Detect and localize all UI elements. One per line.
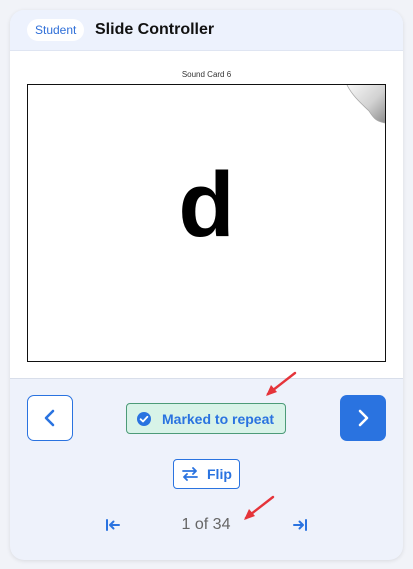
chevron-right-icon xyxy=(358,409,369,427)
last-slide-button[interactable] xyxy=(290,515,310,535)
marked-to-repeat-toggle[interactable]: Marked to repeat xyxy=(126,403,286,434)
annotation-arrow-icon xyxy=(266,371,297,396)
chevron-left-icon xyxy=(44,409,55,427)
page-title: Slide Controller xyxy=(95,21,215,38)
slide-stage: Sound Card 6 d xyxy=(10,51,403,379)
swap-arrows-icon xyxy=(182,467,198,481)
repeat-label: Marked to repeat xyxy=(162,410,275,427)
flip-button[interactable]: Flip xyxy=(173,459,240,489)
check-circle-icon xyxy=(137,411,151,426)
role-badge: Student xyxy=(27,19,85,41)
card-caption: Sound Card 6 xyxy=(181,70,232,79)
card-letter: d xyxy=(178,154,235,256)
last-page-icon xyxy=(293,519,307,531)
annotation-arrow-icon xyxy=(244,495,275,520)
header: Student Slide Controller xyxy=(10,10,403,51)
page-curl-icon[interactable] xyxy=(343,85,385,127)
flip-label: Flip xyxy=(207,466,232,482)
slide-controller-panel: Student Slide Controller Sound Card 6 d xyxy=(10,10,403,560)
first-slide-button[interactable] xyxy=(103,515,123,535)
previous-slide-button[interactable] xyxy=(27,395,73,441)
next-slide-button[interactable] xyxy=(340,395,386,441)
first-page-icon xyxy=(106,519,120,531)
sound-card[interactable]: d xyxy=(27,84,386,362)
